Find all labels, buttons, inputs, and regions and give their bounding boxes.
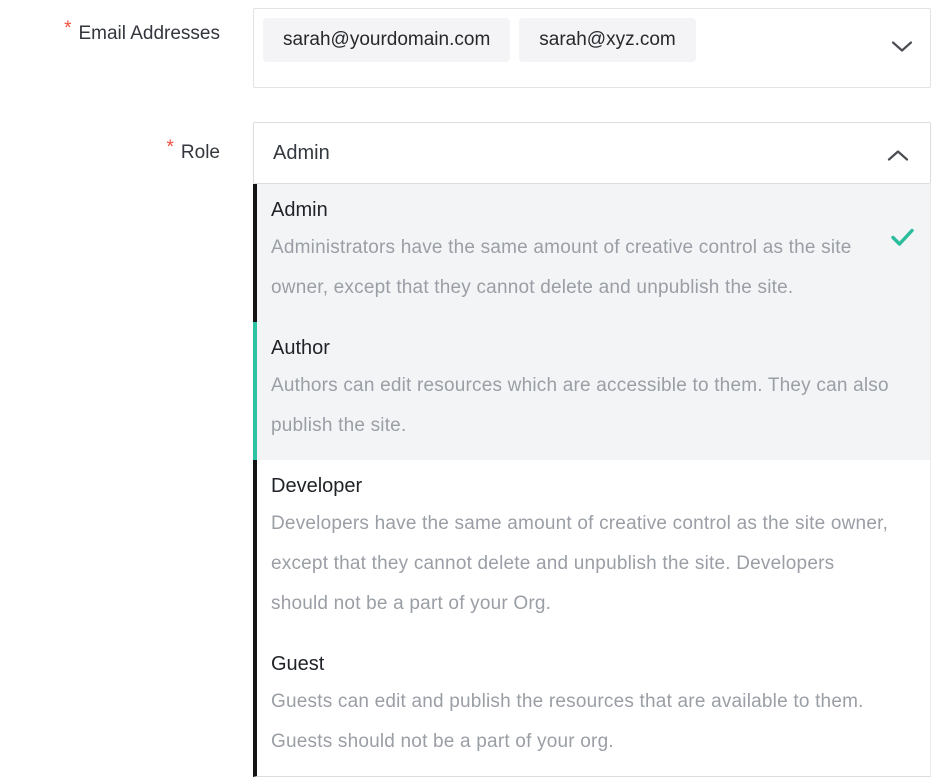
role-label: * Role bbox=[0, 140, 220, 166]
chevron-down-icon[interactable] bbox=[891, 40, 913, 53]
role-option-admin[interactable]: Admin Administrators have the same amoun… bbox=[257, 184, 930, 322]
role-option-description: Developers have the same amount of creat… bbox=[271, 504, 896, 624]
email-addresses-input[interactable]: sarah@yourdomain.com sarah@xyz.com bbox=[253, 8, 931, 88]
required-asterisk: * bbox=[167, 137, 174, 158]
role-option-description: Authors can edit resources which are acc… bbox=[271, 366, 896, 446]
email-chip-list: sarah@yourdomain.com sarah@xyz.com bbox=[263, 18, 921, 62]
role-option-title: Developer bbox=[271, 472, 896, 500]
invite-user-form: * Email Addresses sarah@yourdomain.com sa… bbox=[0, 0, 938, 784]
chevron-up-icon[interactable] bbox=[887, 149, 909, 162]
role-select[interactable]: Admin bbox=[253, 122, 931, 184]
role-selected-value: Admin bbox=[273, 142, 330, 165]
email-addresses-label-text: Email Addresses bbox=[78, 23, 220, 44]
check-icon bbox=[891, 228, 914, 247]
role-dropdown: Admin Administrators have the same amoun… bbox=[253, 184, 931, 777]
email-chip[interactable]: sarah@xyz.com bbox=[519, 18, 696, 62]
required-asterisk: * bbox=[64, 18, 71, 39]
role-option-title: Guest bbox=[271, 650, 896, 678]
role-option-developer[interactable]: Developer Developers have the same amoun… bbox=[257, 460, 930, 638]
email-chip[interactable]: sarah@yourdomain.com bbox=[263, 18, 510, 62]
role-option-description: Guests can edit and publish the resource… bbox=[271, 682, 896, 762]
role-option-title: Admin bbox=[271, 196, 896, 224]
role-option-guest[interactable]: Guest Guests can edit and publish the re… bbox=[257, 638, 930, 776]
email-addresses-label: * Email Addresses bbox=[0, 21, 220, 47]
role-option-author[interactable]: Author Authors can edit resources which … bbox=[253, 322, 930, 460]
role-option-title: Author bbox=[271, 334, 896, 362]
role-option-description: Administrators have the same amount of c… bbox=[271, 228, 896, 308]
role-label-text: Role bbox=[181, 142, 220, 163]
